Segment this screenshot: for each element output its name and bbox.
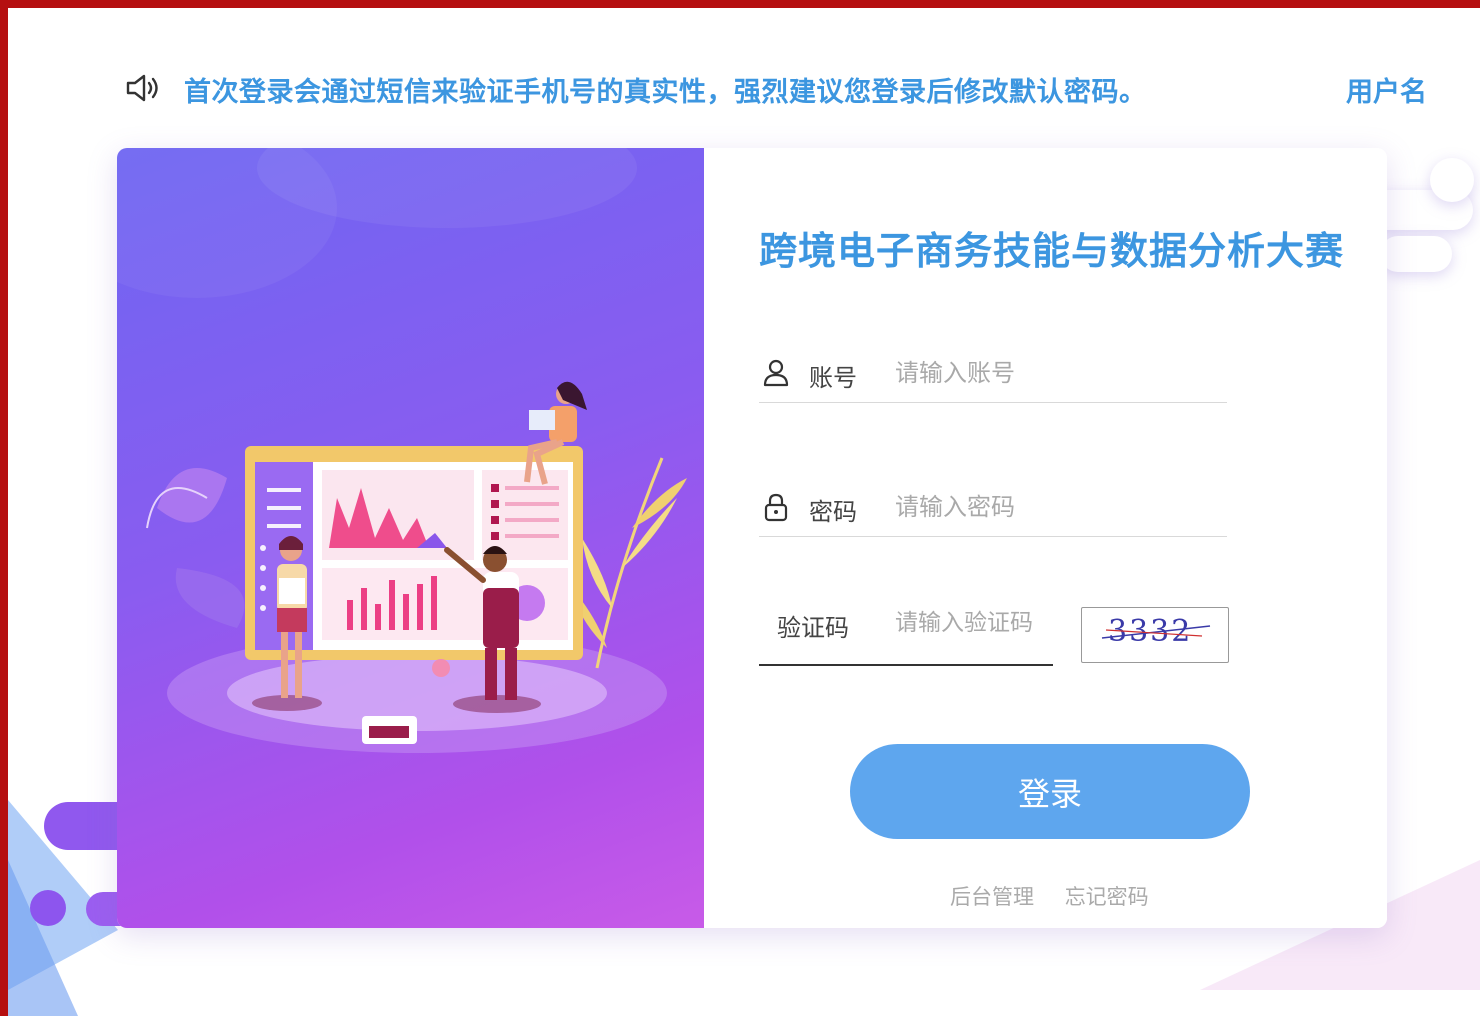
notice-text: 首次登录会通过短信来验证手机号的真实性，强烈建议您登录后修改默认密码。: [184, 77, 1147, 108]
account-field: 账号: [759, 342, 1227, 403]
footer-links: 后台管理 忘记密码: [950, 881, 1173, 911]
cloud-decoration: [1430, 158, 1474, 202]
illustration-panel: [117, 148, 704, 928]
captcha-image[interactable]: 3332: [1081, 607, 1229, 663]
lock-icon: [764, 493, 788, 522]
page-title: 跨境电子商务技能与数据分析大赛: [759, 229, 1345, 273]
login-form-panel: 跨境电子商务技能与数据分析大赛 账号 密码 验证码 3332: [704, 148, 1387, 928]
admin-link[interactable]: 后台管理: [950, 885, 1034, 909]
frame-left-border: [0, 0, 8, 1016]
password-field: 密码: [759, 476, 1227, 537]
speaker-icon: [126, 74, 158, 102]
password-label: 密码: [809, 498, 857, 526]
captcha-input[interactable]: [893, 604, 1055, 642]
captcha-noise-lines: [1101, 625, 1211, 639]
account-input[interactable]: [893, 354, 1217, 392]
frame-top-border: [0, 0, 1480, 8]
password-input[interactable]: [893, 488, 1217, 526]
login-button[interactable]: 登录: [850, 744, 1250, 839]
illustration-graphic: [117, 148, 687, 753]
user-icon: [763, 359, 789, 387]
forgot-password-link[interactable]: 忘记密码: [1065, 885, 1149, 909]
cloud-decoration: [1380, 236, 1452, 272]
login-card: 跨境电子商务技能与数据分析大赛 账号 密码 验证码 3332: [117, 148, 1387, 928]
notice-bar: 首次登录会通过短信来验证手机号的真实性，强烈建议您登录后修改默认密码。 用户名: [124, 66, 1424, 110]
user-link[interactable]: 用户名: [1346, 70, 1424, 109]
captcha-label: 验证码: [777, 614, 849, 642]
account-label: 账号: [809, 364, 857, 392]
captcha-field: 验证码: [759, 598, 1055, 666]
